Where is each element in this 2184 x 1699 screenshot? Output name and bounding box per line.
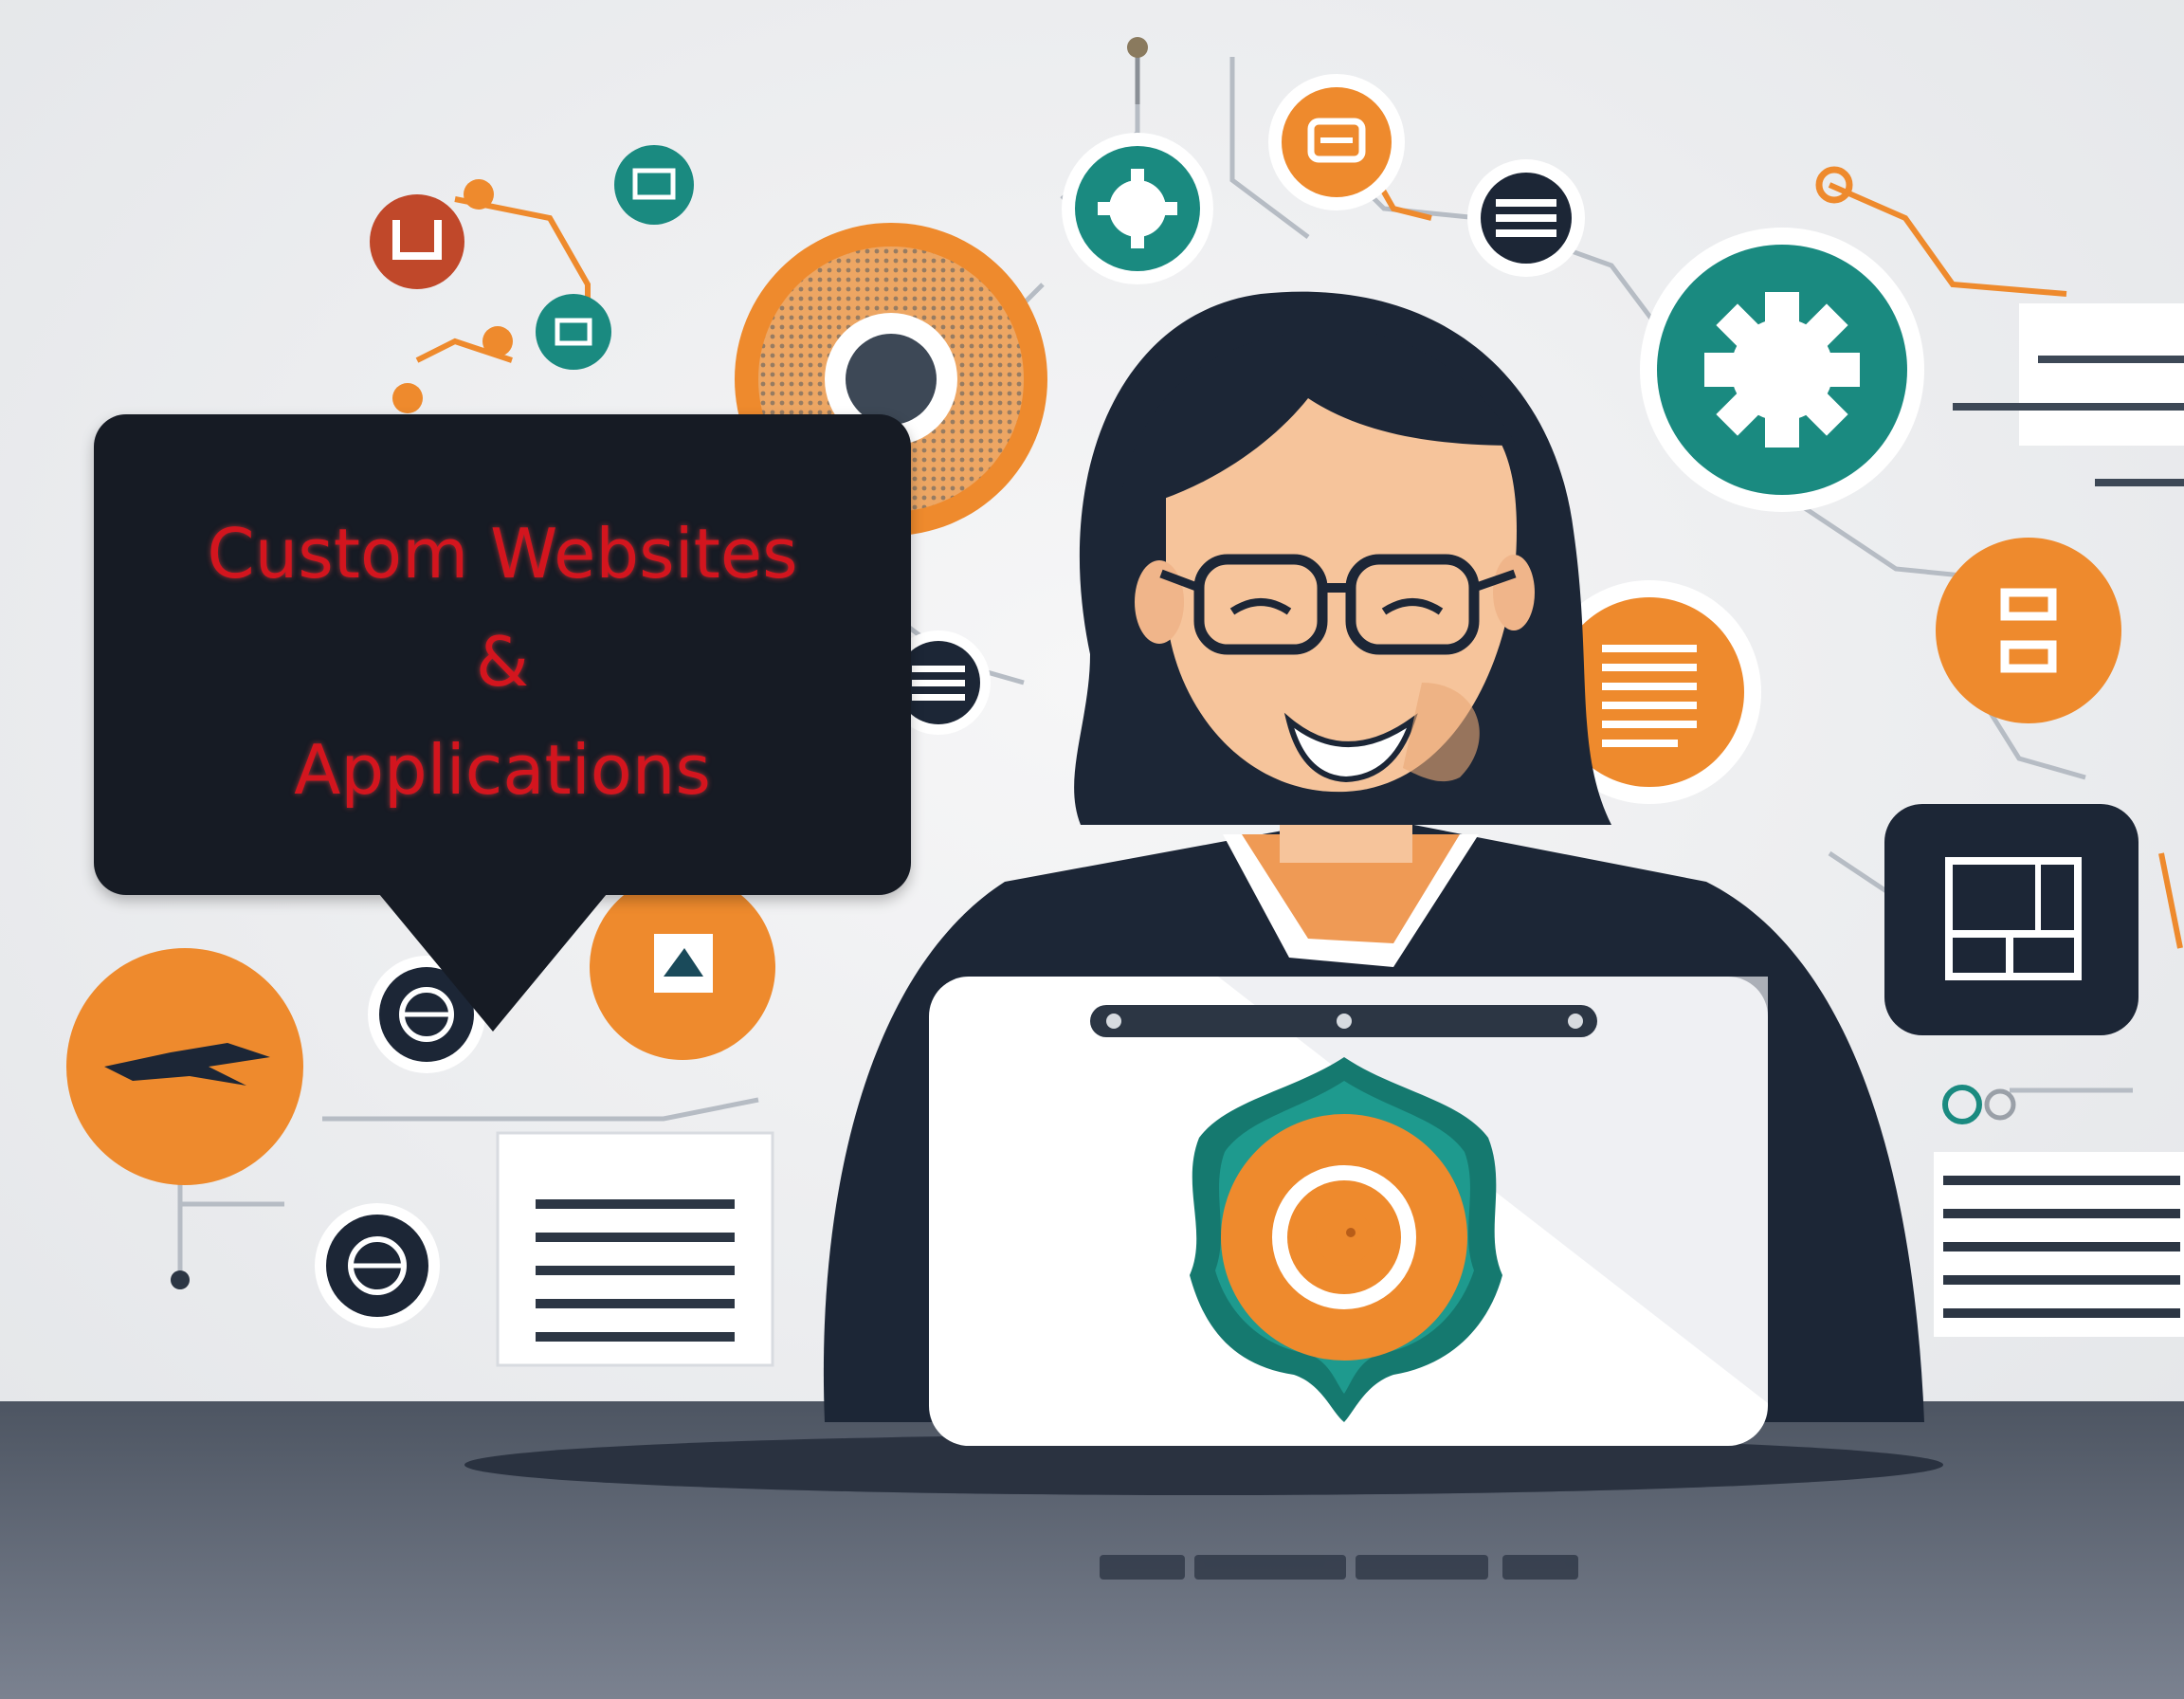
navy-menu-icon: [1467, 159, 1585, 277]
headline-line-2: &: [475, 622, 530, 702]
teal-gear-icon-top: [1062, 133, 1213, 284]
orange-node-3: [392, 383, 423, 413]
gear-icon: [1640, 228, 1924, 512]
headline-line-3: Applications: [294, 730, 711, 810]
red-u-icon: [370, 194, 464, 289]
navy-globe-icon-2: [315, 1203, 440, 1328]
speech-bubble: Custom Websites & Applications: [94, 414, 911, 895]
orange-node-2: [482, 326, 513, 356]
orange-frame-icon: [1936, 538, 2121, 723]
speech-bubble-tail: [379, 894, 607, 1032]
orange-circle-icon-top: [1268, 74, 1405, 210]
document-panel-right: [1934, 1152, 2184, 1337]
teal-small-icon-2: [536, 294, 611, 370]
left-node: [171, 1270, 190, 1289]
orange-node-1: [464, 179, 494, 210]
teal-small-icon-1: [614, 145, 694, 225]
headline-line-1: Custom Websites: [207, 514, 798, 594]
blurred-desk-text: [1100, 1555, 1578, 1580]
orange-bird-icon: [66, 948, 303, 1185]
document-icon: [496, 1131, 774, 1367]
bubble-headline: Custom Websites & Applications: [94, 500, 911, 824]
orange-arrow-icon: [590, 874, 775, 1060]
layout-icon: [1884, 804, 2138, 1035]
